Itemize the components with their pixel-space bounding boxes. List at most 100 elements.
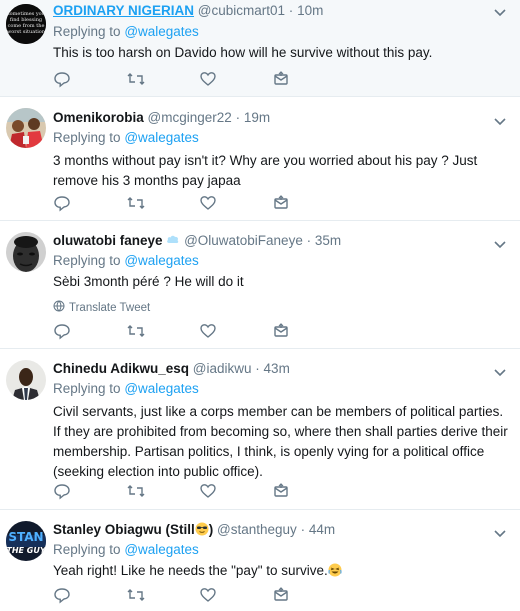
chevron-down-icon[interactable] (494, 236, 506, 254)
chevron-down-icon[interactable] (494, 525, 506, 543)
mention-link[interactable]: @walegates (124, 381, 199, 396)
like-icon (199, 70, 217, 93)
like-button[interactable] (199, 70, 272, 93)
dm-button[interactable] (272, 194, 345, 217)
like-icon (199, 322, 217, 345)
like-icon (199, 586, 217, 609)
retweet-icon (126, 70, 146, 93)
tweet-text: Civil servants, just like a corps member… (53, 404, 508, 479)
timestamp[interactable]: 19m (244, 110, 270, 125)
mention-link[interactable]: @walegates (124, 542, 199, 557)
replying-to-label: Replying to (53, 130, 121, 145)
tweet-text: Sèbi 3month péré ? He will do it (53, 274, 244, 289)
mention-link[interactable]: @walegates (124, 24, 199, 39)
retweet-button[interactable] (126, 196, 199, 214)
reply-button[interactable] (53, 586, 126, 609)
separator: · (288, 3, 294, 18)
laughing-emoji-icon (328, 563, 342, 577)
avatar[interactable] (6, 108, 46, 148)
chevron-down-icon[interactable] (494, 364, 506, 382)
tweet-text: 3 months without pay isn't it? Why are y… (53, 153, 478, 188)
author-name[interactable]: ORDINARY NIGERIAN (53, 3, 194, 18)
author-name[interactable]: Chinedu Adikwu_esq (53, 361, 189, 376)
timestamp[interactable]: 35m (315, 233, 341, 248)
reply-icon (53, 70, 71, 93)
chevron-down-icon[interactable] (494, 113, 506, 131)
dm-button[interactable] (272, 322, 345, 345)
retweet-icon (126, 322, 146, 345)
author-handle[interactable]: @iadikwu (193, 361, 252, 376)
author-name[interactable]: oluwatobi faneye (53, 233, 163, 248)
reply-icon (53, 586, 71, 609)
retweet-button[interactable] (126, 324, 199, 342)
like-button[interactable] (199, 322, 272, 345)
translate-tweet[interactable]: Translate Tweet (53, 300, 150, 316)
dm-button[interactable] (272, 70, 345, 93)
like-button[interactable] (199, 194, 272, 217)
dm-icon (272, 194, 290, 217)
author-name[interactable]: Stanley Obiagwu (Still (53, 522, 195, 537)
sunglasses-emoji-icon (195, 522, 209, 536)
reply-button[interactable] (53, 70, 126, 93)
separator: · (235, 110, 241, 125)
retweet-icon (126, 586, 146, 609)
globe-icon (53, 300, 65, 316)
retweet-button[interactable] (126, 72, 199, 90)
dm-button[interactable] (272, 482, 345, 505)
dm-icon (272, 70, 290, 93)
replying-to-label: Replying to (53, 381, 121, 396)
replying-to: Replying to @walegates (53, 129, 199, 147)
mention-link[interactable]: @walegates (124, 253, 199, 268)
tweet-card[interactable]: Omenikorobia @mcginger22 · 19m Replying … (0, 97, 520, 221)
avatar[interactable]: sometimes you find blessing come from th… (6, 4, 46, 44)
translate-label[interactable]: Translate Tweet (69, 301, 150, 315)
reply-icon (53, 322, 71, 345)
chevron-down-icon[interactable] (494, 4, 506, 22)
author-handle[interactable]: @OluwatobiFaneye (184, 233, 303, 248)
reply-icon (53, 194, 71, 217)
reply-button[interactable] (53, 482, 126, 505)
tweet-card[interactable]: Chinedu Adikwu_esq @iadikwu · 43m Replyi… (0, 349, 520, 510)
svg-text:worst situation: worst situation (7, 29, 46, 35)
author-handle[interactable]: @mcginger22 (148, 110, 232, 125)
tweet-card[interactable]: sometimes you find blessing come from th… (0, 0, 520, 97)
mention-link[interactable]: @walegates (124, 130, 199, 145)
avatar[interactable] (6, 232, 46, 272)
author-name-suffix: ) (208, 522, 214, 537)
avatar[interactable] (6, 360, 46, 400)
author-handle[interactable]: @cubicmart01 (198, 3, 285, 18)
retweet-button[interactable] (126, 588, 199, 606)
replying-to: Replying to @walegates (53, 380, 199, 398)
reply-icon (53, 482, 71, 505)
dm-button[interactable] (272, 586, 345, 606)
like-button[interactable] (199, 586, 272, 609)
like-button[interactable] (199, 482, 272, 505)
replying-to: Replying to @walegates (53, 23, 199, 41)
svg-text:THE GUY: THE GUY (6, 546, 46, 555)
timestamp[interactable]: 43m (264, 361, 290, 376)
retweet-icon (126, 194, 146, 217)
timestamp[interactable]: 10m (297, 3, 323, 18)
dm-icon (272, 482, 290, 505)
replying-to-label: Replying to (53, 253, 121, 268)
tweet-card[interactable]: oluwatobi faneye @OluwatobiFaneye · 35m … (0, 221, 520, 349)
replying-to-label: Replying to (53, 542, 121, 557)
svg-text:STAN: STAN (8, 530, 43, 544)
timestamp[interactable]: 44m (309, 522, 335, 537)
retweet-icon (126, 482, 146, 505)
dm-icon (272, 322, 290, 345)
reply-button[interactable] (53, 322, 126, 345)
like-icon (199, 482, 217, 505)
separator: · (300, 522, 306, 537)
tweet-text-content: Yeah right! Like he needs the "pay" to s… (53, 563, 328, 578)
reply-button[interactable] (53, 194, 126, 217)
retweet-button[interactable] (126, 484, 199, 502)
avatar[interactable]: STAN THE GUY (6, 521, 46, 561)
like-icon (199, 194, 217, 217)
replying-to: Replying to @walegates (53, 541, 199, 559)
author-handle[interactable]: @stantheguy (217, 522, 297, 537)
author-name[interactable]: Omenikorobia (53, 110, 144, 125)
tweet-text: This is too harsh on Davido how will he … (53, 45, 433, 60)
tweet-card[interactable]: STAN THE GUY Stanley Obiagwu (Still ) @s… (0, 510, 520, 611)
separator: · (255, 361, 260, 376)
